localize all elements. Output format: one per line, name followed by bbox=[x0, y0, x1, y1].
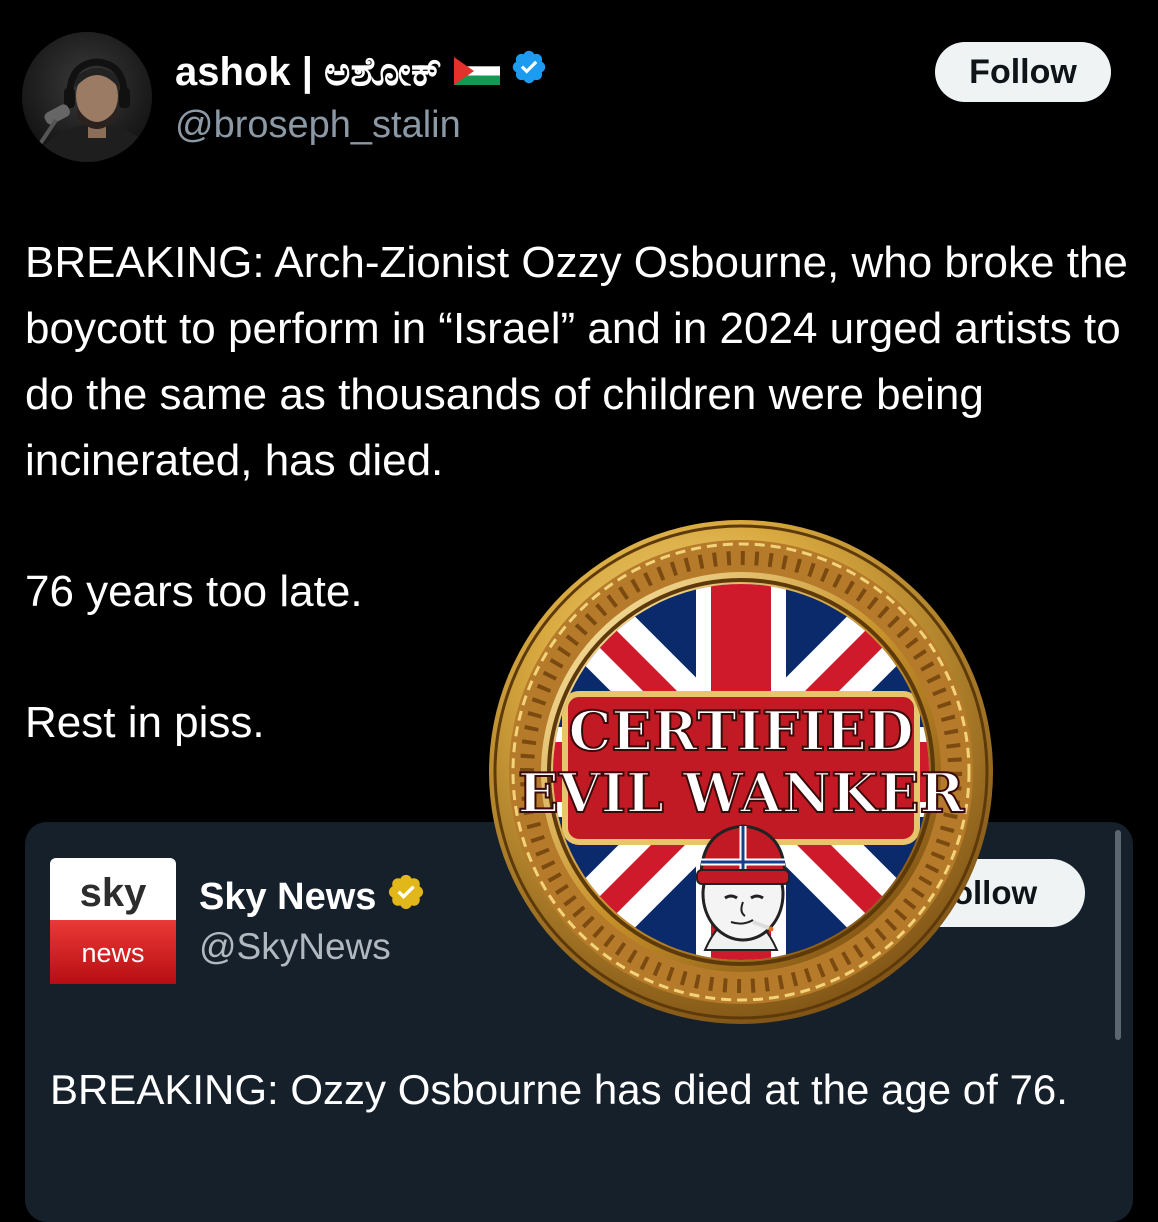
author-avatar[interactable] bbox=[22, 32, 152, 162]
avatar-photo bbox=[22, 32, 152, 162]
author-handle[interactable]: @broseph_stalin bbox=[175, 104, 461, 147]
author-name[interactable]: ashok | ಅಶೋಕ್ bbox=[175, 50, 442, 95]
badge-line-1: CERTIFIED bbox=[568, 699, 913, 763]
quoted-tweet-text: BREAKING: Ozzy Osbourne has died at the … bbox=[50, 1066, 1068, 1113]
follow-button[interactable]: Follow bbox=[935, 42, 1111, 102]
scrollbar[interactable] bbox=[1115, 830, 1121, 1040]
author-name-row[interactable]: ashok | ಅಶೋಕ್ bbox=[175, 48, 548, 96]
logo-sky-text: sky bbox=[80, 871, 147, 915]
sky-news-logo[interactable]: sky news bbox=[50, 858, 176, 984]
verified-badge-icon bbox=[510, 48, 548, 96]
palestine-flag-icon bbox=[453, 50, 500, 95]
quoted-author-handle[interactable]: @SkyNews bbox=[199, 926, 391, 968]
badge-line-2: EVIL WANKER bbox=[518, 761, 966, 825]
quoted-author-name[interactable]: Sky News bbox=[199, 876, 376, 919]
certified-evil-wanker-badge: CERTIFIED EVIL WANKER bbox=[487, 518, 995, 1026]
quoted-author-name-row[interactable]: Sky News bbox=[199, 872, 426, 922]
logo-news-text: news bbox=[81, 938, 144, 968]
tweet-paragraph: BREAKING: Arch-Zionist Ozzy Osbourne, wh… bbox=[25, 238, 1128, 485]
gold-verified-badge-icon bbox=[386, 872, 426, 922]
